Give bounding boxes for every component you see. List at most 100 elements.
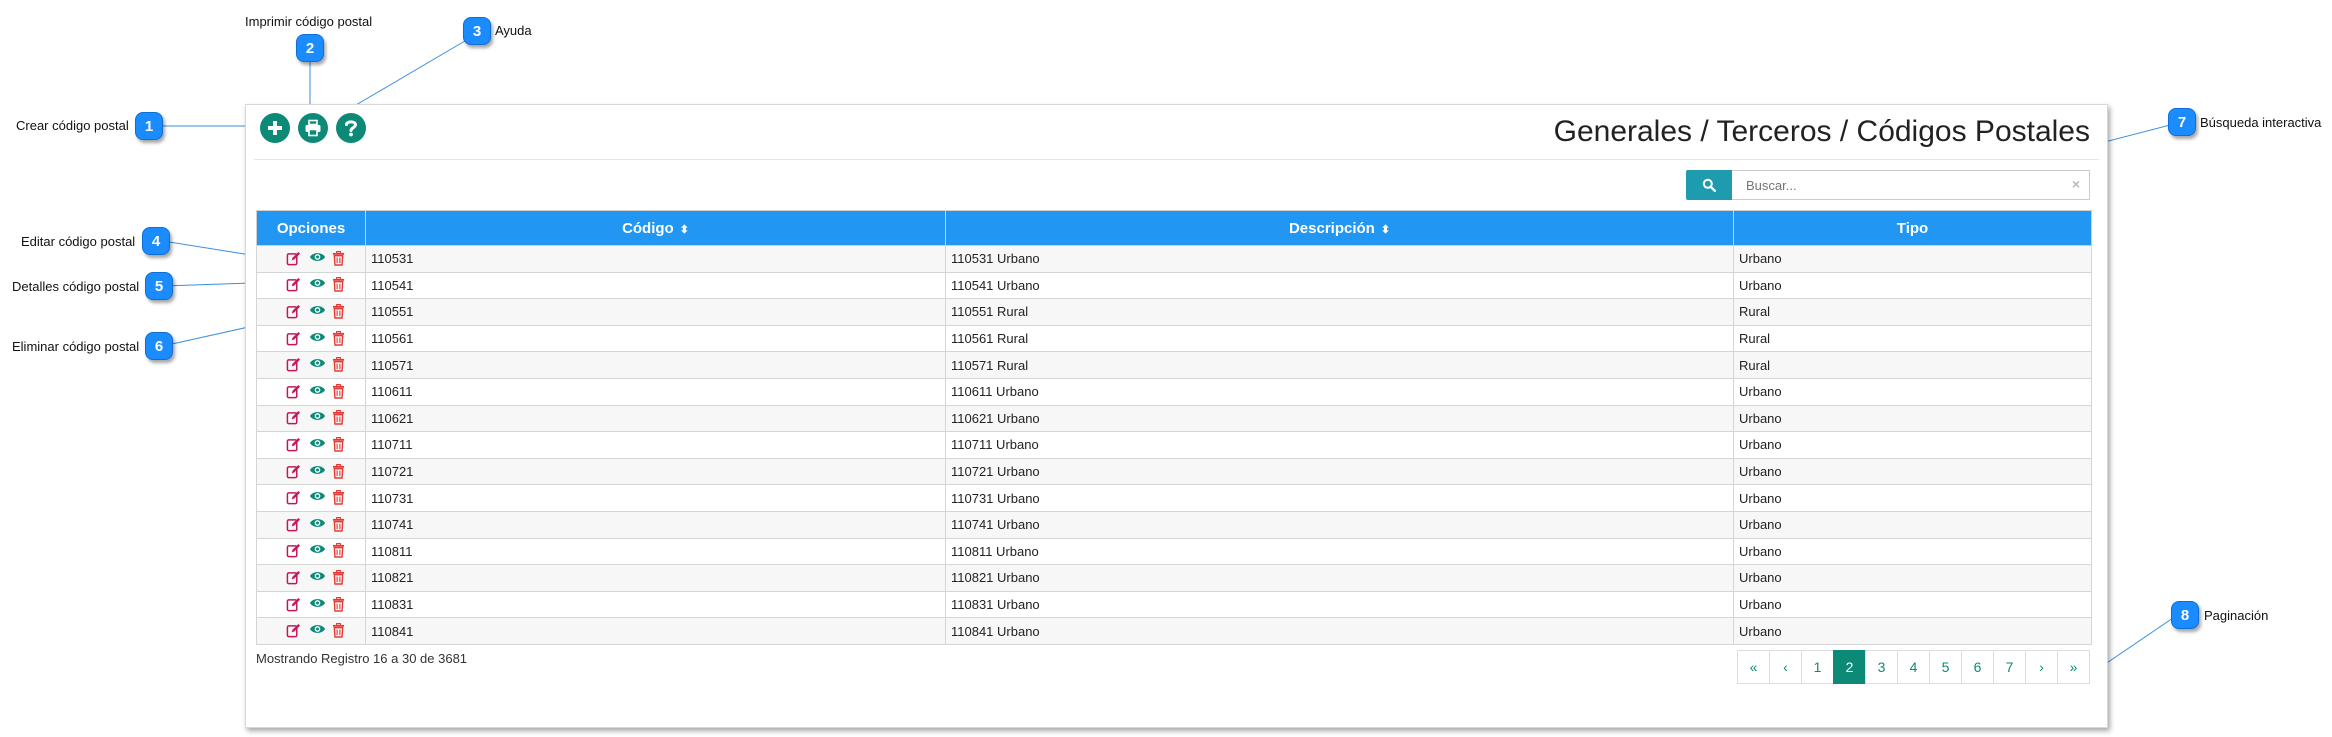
trash-icon[interactable] <box>332 383 348 400</box>
trash-icon[interactable] <box>332 623 348 639</box>
page-5-link[interactable]: 5 <box>1929 650 1962 684</box>
page-nav-link[interactable]: ‹ <box>1769 650 1802 684</box>
code-cell: 110711 <box>365 431 946 459</box>
trash-icon[interactable] <box>332 463 348 480</box>
eye-icon[interactable] <box>309 623 326 639</box>
table-header-row: Opciones Código ⬍ Descripción ⬍ Tipo <box>256 210 2092 246</box>
print-icon <box>305 119 321 137</box>
callout-label-busqueda: Búsqueda interactiva <box>2200 115 2322 130</box>
edit-icon[interactable] <box>286 464 302 480</box>
eye-icon[interactable] <box>309 464 326 480</box>
options-cell <box>256 351 366 379</box>
trash-icon[interactable] <box>332 330 348 347</box>
create-postal-code-button[interactable] <box>260 113 290 143</box>
table-row: 110741 110741 Urbano Urbano <box>256 510 2092 539</box>
print-postal-code-button[interactable] <box>298 113 328 143</box>
records-summary: Mostrando Registro 16 a 30 de 3681 <box>256 651 468 666</box>
edit-icon[interactable] <box>286 331 302 347</box>
trash-icon[interactable] <box>332 569 348 586</box>
eye-icon[interactable] <box>309 570 326 586</box>
edit-icon[interactable] <box>286 543 302 559</box>
page-1-link[interactable]: 1 <box>1801 650 1834 684</box>
eye-icon[interactable] <box>309 517 326 533</box>
edit-icon[interactable] <box>286 277 302 293</box>
description-cell: 110711 Urbano <box>945 431 1734 459</box>
trash-icon[interactable] <box>332 250 348 267</box>
eye-icon[interactable] <box>309 597 326 613</box>
callout-badge-2: 2 <box>296 34 324 62</box>
eye-icon[interactable] <box>309 304 326 320</box>
options-cell <box>256 431 366 459</box>
search-clear-icon[interactable]: × <box>2072 176 2080 192</box>
code-cell: 110821 <box>365 564 946 592</box>
table-row: 110731 110731 Urbano Urbano <box>256 484 2092 512</box>
edit-icon[interactable] <box>286 570 302 586</box>
trash-icon[interactable] <box>332 543 348 559</box>
table-row: 110811 110811 Urbano Urbano <box>256 537 2092 566</box>
trash-icon[interactable] <box>332 277 348 293</box>
eye-icon[interactable] <box>309 437 326 453</box>
page-7-link[interactable]: 7 <box>1993 650 2026 684</box>
header-code[interactable]: Código ⬍ <box>365 210 946 246</box>
edit-icon[interactable] <box>286 384 302 400</box>
callout-badge-6: 6 <box>145 332 173 360</box>
eye-icon[interactable] <box>309 277 326 293</box>
eye-icon[interactable] <box>309 357 326 373</box>
help-button[interactable] <box>336 113 366 143</box>
page-nav-link[interactable]: « <box>1737 650 1770 684</box>
callout-badge-3: 3 <box>463 17 491 45</box>
trash-icon[interactable] <box>332 357 348 373</box>
type-cell: Urbano <box>1733 564 2092 592</box>
page-nav-link[interactable]: » <box>2057 650 2090 684</box>
postal-codes-table: Opciones Código ⬍ Descripción ⬍ Tipo 11053… <box>256 210 2092 645</box>
page-4-link[interactable]: 4 <box>1897 650 1930 684</box>
callout-badge-8: 8 <box>2171 601 2199 629</box>
edit-icon[interactable] <box>286 597 302 613</box>
edit-icon[interactable] <box>286 517 302 533</box>
trash-icon[interactable] <box>332 303 348 320</box>
eye-icon[interactable] <box>309 331 326 347</box>
edit-icon[interactable] <box>286 437 302 453</box>
table-row: 110541 110541 Urbano Urbano <box>256 271 2092 300</box>
eye-icon[interactable] <box>309 543 326 559</box>
edit-icon[interactable] <box>286 410 302 426</box>
table-row: 110711 110711 Urbano Urbano <box>256 431 2092 459</box>
page-3-link[interactable]: 3 <box>1865 650 1898 684</box>
eye-icon[interactable] <box>309 251 326 267</box>
edit-icon[interactable] <box>286 357 302 373</box>
divider <box>254 159 2099 160</box>
description-cell: 110831 Urbano <box>945 590 1734 619</box>
trash-icon[interactable] <box>332 436 348 453</box>
options-cell <box>256 245 366 273</box>
search-input[interactable] <box>1732 170 2090 200</box>
description-cell: 110621 Urbano <box>945 404 1734 433</box>
edit-icon[interactable] <box>286 251 302 267</box>
eye-icon[interactable] <box>309 490 326 506</box>
edit-icon[interactable] <box>286 304 302 320</box>
trash-icon[interactable] <box>332 490 348 506</box>
page-nav-link[interactable]: › <box>2025 650 2058 684</box>
code-cell: 110541 <box>365 271 946 300</box>
callout-label-editar: Editar código postal <box>21 234 136 249</box>
page-6-link[interactable]: 6 <box>1961 650 1994 684</box>
code-cell: 110551 <box>365 298 946 326</box>
page-2-link[interactable]: 2 <box>1833 650 1866 684</box>
edit-icon[interactable] <box>286 490 302 506</box>
edit-icon[interactable] <box>286 623 302 639</box>
header-description[interactable]: Descripción ⬍ <box>945 210 1734 246</box>
question-circle-icon <box>345 120 358 137</box>
search-button[interactable] <box>1686 170 1732 200</box>
options-cell <box>256 510 366 539</box>
description-cell: 110561 Rural <box>945 324 1734 353</box>
trash-icon[interactable] <box>332 410 348 426</box>
code-cell: 110731 <box>365 484 946 512</box>
type-cell: Urbano <box>1733 537 2092 566</box>
trash-icon[interactable] <box>332 516 348 533</box>
type-cell: Urbano <box>1733 510 2092 539</box>
code-cell: 110611 <box>365 377 946 406</box>
eye-icon[interactable] <box>309 410 326 426</box>
trash-icon[interactable] <box>332 596 348 613</box>
table-row: 110571 110571 Rural Rural <box>256 351 2092 379</box>
eye-icon[interactable] <box>309 384 326 400</box>
callout-label-crear: Crear código postal <box>16 118 129 133</box>
